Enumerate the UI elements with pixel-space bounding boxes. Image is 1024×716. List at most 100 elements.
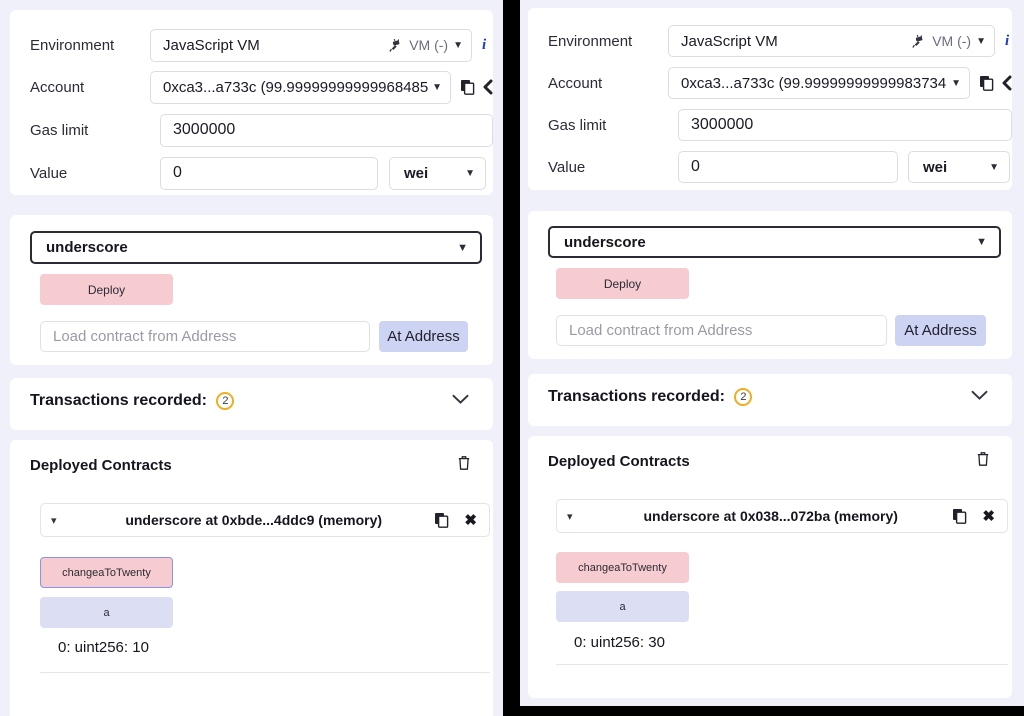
value-unit-select[interactable]: wei ▼	[389, 156, 486, 190]
transactions-recorded-card[interactable]: Transactions recorded: 2	[10, 378, 493, 430]
close-icon[interactable]: ✖	[464, 511, 477, 529]
deployed-contracts-title: Deployed Contracts	[548, 453, 690, 470]
value-input[interactable]: 0	[678, 151, 898, 183]
deploy-button-label: Deploy	[603, 276, 642, 291]
contract-select[interactable]: underscore ▼	[548, 226, 1001, 258]
deploy-button[interactable]: Deploy	[40, 274, 173, 305]
chevron-down-icon[interactable]: ▼	[453, 40, 463, 51]
function-button-label: changeaToTwenty	[62, 566, 151, 579]
contract-select-value: underscore	[46, 239, 128, 256]
panel-divider	[503, 0, 520, 716]
load-contract-address-placeholder: Load contract from Address	[53, 328, 237, 345]
account-row: Account 0xca3...a733c (99.99999999999968…	[10, 70, 493, 104]
chevron-down-icon[interactable]: ▼	[951, 78, 961, 89]
value-amount: 0	[691, 158, 700, 175]
environment-value: JavaScript VM	[681, 32, 778, 50]
gas-limit-label: Gas limit	[548, 116, 607, 134]
deploy-card: underscore ▼ Deploy Load contract from A…	[528, 211, 1012, 359]
gas-limit-input[interactable]: 3000000	[160, 113, 493, 147]
transactions-count-badge: 2	[734, 388, 753, 406]
account-key-icon[interactable]	[1000, 75, 1012, 91]
value-amount: 0	[173, 164, 182, 181]
value-input[interactable]: 0	[160, 156, 378, 190]
transactions-chevron-down-icon[interactable]	[452, 394, 469, 405]
transactions-recorded-card[interactable]: Transactions recorded: 2	[528, 374, 1012, 426]
transactions-recorded-label: Transactions recorded:	[30, 392, 207, 410]
chevron-down-icon[interactable]: ▼	[457, 242, 468, 254]
chevron-down-icon[interactable]: ▼	[976, 36, 986, 47]
expand-contract-caret-icon[interactable]: ▾	[567, 510, 589, 523]
remix-panel-right: Environment JavaScript VM VM (-) ▼ i Acc…	[520, 0, 1024, 706]
chevron-down-icon[interactable]: ▼	[465, 168, 475, 179]
divider	[556, 664, 1008, 665]
function-button-label: changeaToTwenty	[578, 561, 667, 574]
expand-contract-caret-icon[interactable]: ▾	[51, 514, 73, 527]
at-address-label: At Address	[904, 322, 977, 339]
contract-select[interactable]: underscore ▼	[30, 231, 482, 264]
environment-status: VM (-) ▼	[912, 33, 986, 49]
account-copy-icon[interactable]	[460, 79, 476, 95]
function-button-label: a	[103, 606, 110, 619]
deploy-card: underscore ▼ Deploy Load contract from A…	[10, 215, 493, 365]
account-select[interactable]: 0xca3...a733c (99.99999999999968485 ▼	[150, 70, 451, 104]
account-select[interactable]: 0xca3...a733c (99.99999999999983734 ▼	[668, 67, 970, 99]
chevron-down-icon[interactable]: ▼	[976, 236, 987, 248]
function-button-a[interactable]: a	[40, 597, 173, 628]
deployed-contract-name: underscore at 0x038...072ba (memory)	[643, 508, 898, 524]
environment-select[interactable]: JavaScript VM VM (-) ▼	[150, 28, 472, 62]
copy-address-icon[interactable]	[434, 512, 450, 528]
deploy-button[interactable]: Deploy	[556, 268, 689, 299]
value-label: Value	[548, 158, 586, 176]
function-return-value: 0: uint256: 30	[574, 634, 665, 651]
deployed-contracts-title: Deployed Contracts	[30, 457, 172, 474]
environment-status-text: VM (-)	[409, 37, 449, 53]
gas-limit-row: Gas limit 3000000	[10, 113, 493, 147]
chevron-down-icon[interactable]: ▼	[432, 82, 442, 93]
account-label: Account	[30, 78, 85, 96]
clear-deployed-trash-icon[interactable]	[457, 455, 471, 471]
environment-select[interactable]: JavaScript VM VM (-) ▼	[668, 25, 995, 57]
deployed-contract-name: underscore at 0xbde...4ddc9 (memory)	[125, 512, 383, 528]
copy-address-icon[interactable]	[952, 508, 968, 524]
environment-info-icon[interactable]: i	[1005, 33, 1009, 50]
gas-limit-label: Gas limit	[30, 121, 89, 139]
value-unit: wei	[923, 158, 948, 176]
at-address-label: At Address	[387, 328, 460, 345]
environment-info-icon[interactable]: i	[482, 37, 486, 54]
environment-status-text: VM (-)	[932, 33, 972, 49]
chevron-down-icon[interactable]: ▼	[989, 162, 999, 173]
function-button-changeatotwenty[interactable]: changeaToTwenty	[556, 552, 689, 583]
value-row: Value 0 wei ▼	[10, 156, 493, 190]
close-icon[interactable]: ✖	[982, 507, 995, 525]
clear-deployed-trash-icon[interactable]	[976, 451, 990, 467]
transactions-recorded-title: Transactions recorded: 2	[548, 388, 753, 406]
contract-select-value: underscore	[564, 233, 646, 251]
environment-label: Environment	[548, 32, 633, 50]
transactions-chevron-down-icon[interactable]	[971, 390, 988, 401]
at-address-button[interactable]: At Address	[895, 315, 986, 346]
value-row: Value 0 wei ▼	[528, 150, 1012, 184]
deploy-button-label: Deploy	[87, 282, 126, 297]
transactions-recorded-label: Transactions recorded:	[548, 388, 725, 406]
deployed-contract-row[interactable]: ▾ underscore at 0x038...072ba (memory) ✖	[556, 499, 1008, 533]
function-button-a[interactable]: a	[556, 591, 689, 622]
function-return-value: 0: uint256: 10	[58, 639, 149, 656]
load-contract-address-input[interactable]: Load contract from Address	[40, 321, 370, 352]
account-key-icon[interactable]	[481, 79, 493, 95]
function-button-label: a	[619, 600, 626, 613]
value-unit-select[interactable]: wei ▼	[908, 151, 1010, 183]
account-row: Account 0xca3...a733c (99.99999999999983…	[528, 66, 1012, 100]
deployed-contract-row[interactable]: ▾ underscore at 0xbde...4ddc9 (memory) ✖	[40, 503, 490, 537]
screenshot-root: Environment JavaScript VM VM (-) ▼ i Acc…	[0, 0, 1024, 716]
account-value: 0xca3...a733c (99.99999999999968485	[163, 78, 429, 96]
gas-limit-input[interactable]: 3000000	[678, 109, 1012, 141]
at-address-button[interactable]: At Address	[379, 321, 468, 352]
value-label: Value	[30, 164, 68, 182]
plug-icon	[912, 34, 927, 49]
environment-label: Environment	[30, 36, 115, 54]
value-unit: wei	[404, 164, 429, 182]
load-contract-address-input[interactable]: Load contract from Address	[556, 315, 887, 346]
function-button-changeatotwenty[interactable]: changeaToTwenty	[40, 557, 173, 588]
account-copy-icon[interactable]	[979, 75, 995, 91]
divider	[40, 672, 490, 673]
